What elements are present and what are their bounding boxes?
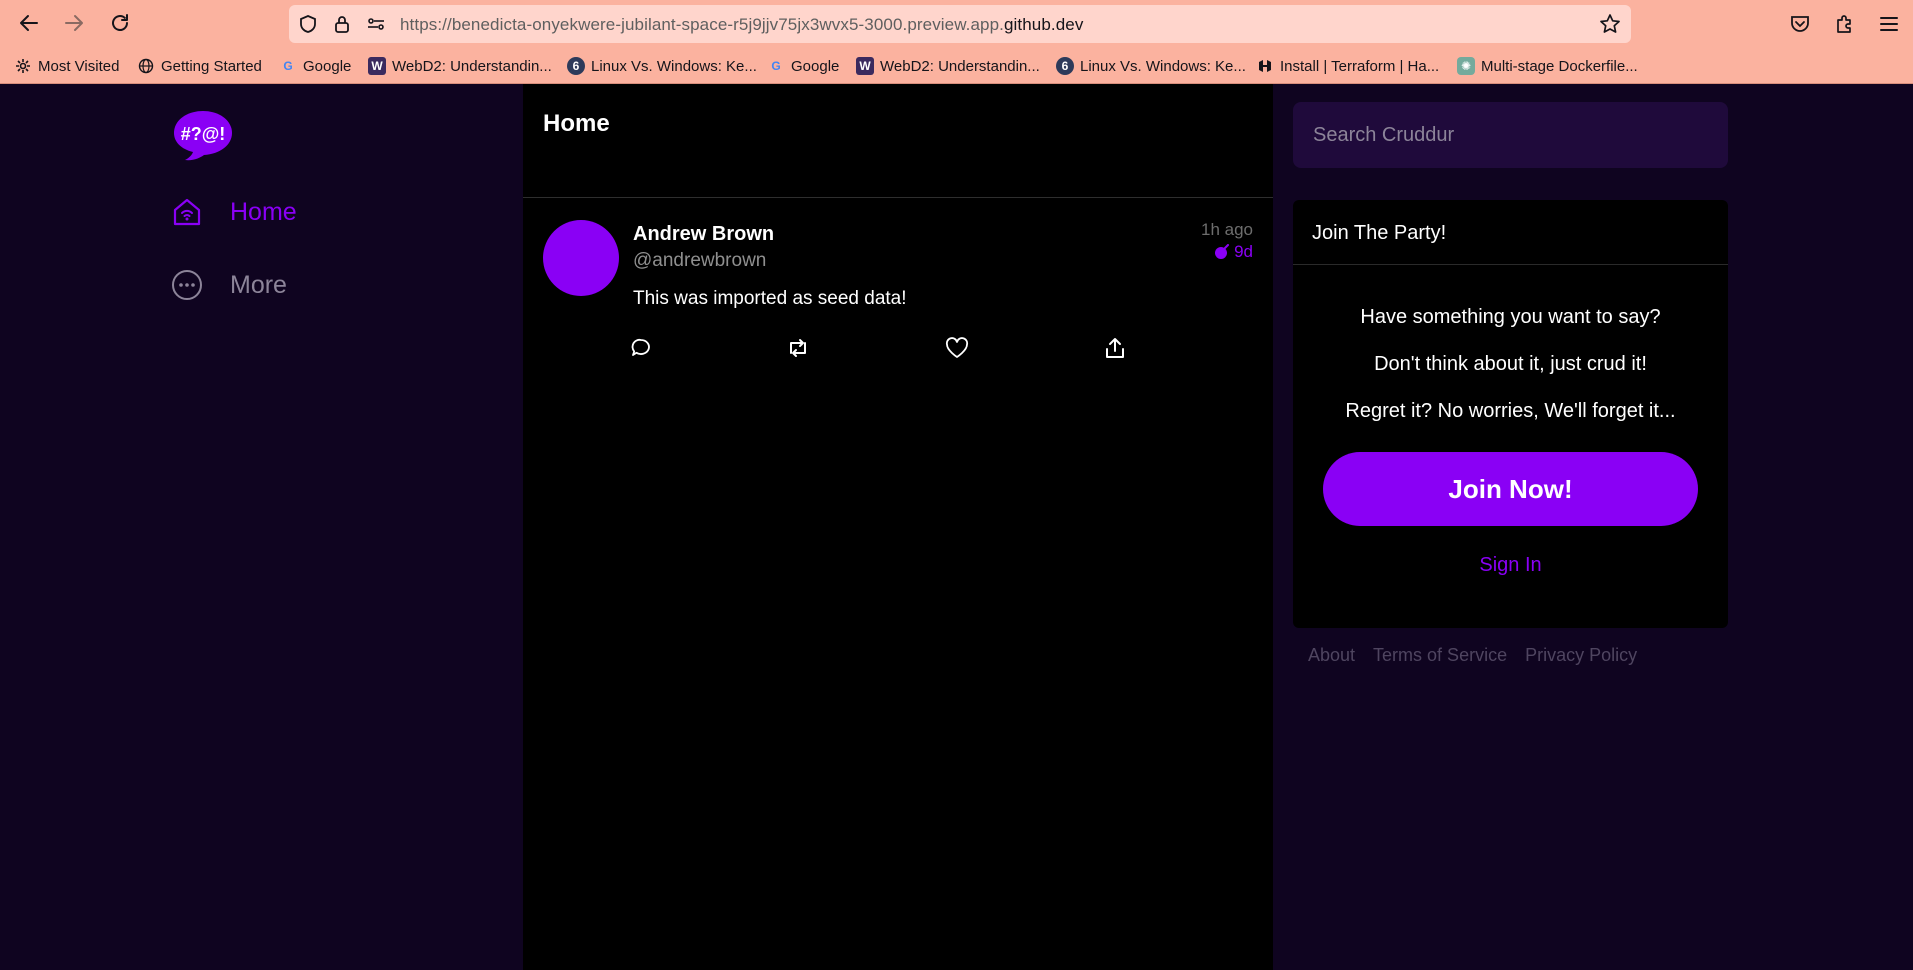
reload-button[interactable] — [102, 5, 138, 41]
bookmark-label: Install | Terraform | Ha... — [1280, 57, 1440, 75]
join-text-line: Regret it? No worries, We'll forget it..… — [1345, 400, 1676, 422]
sign-in-link[interactable]: Sign In — [1293, 554, 1728, 577]
bookmark-item[interactable]: Getting Started — [137, 55, 262, 77]
join-now-button[interactable]: Join Now! — [1323, 452, 1698, 526]
like-button[interactable] — [943, 334, 971, 362]
reload-icon — [112, 14, 128, 31]
sidebar-item-home[interactable]: Home — [170, 192, 297, 232]
pocket-button[interactable] — [1784, 8, 1816, 40]
linux-icon: 6 — [1056, 57, 1074, 75]
bookmarks-toolbar: Most Visited Getting Started G Google W … — [0, 50, 1913, 82]
address-bar[interactable]: https://benedicta-onyekwere-jubilant-spa… — [289, 5, 1631, 43]
bookmark-item[interactable]: 6 Linux Vs. Windows: Ke... — [1056, 55, 1246, 77]
bookmark-label: Google — [791, 57, 840, 75]
logo-text: #?@! — [181, 124, 226, 144]
hashicorp-icon — [1256, 57, 1274, 75]
webd2-icon: W — [368, 57, 386, 75]
home-feed: Home Andrew Brown @andrewbrown 1h ago 9d… — [523, 84, 1273, 970]
back-button[interactable] — [11, 5, 47, 41]
app-root: #?@! Home More Home Andrew Brown @andrew… — [0, 84, 1913, 970]
forward-arrow-icon — [65, 15, 83, 31]
extensions-button[interactable] — [1829, 8, 1861, 40]
browser-chrome: https://benedicta-onyekwere-jubilant-spa… — [0, 0, 1913, 84]
more-icon — [170, 268, 204, 302]
hamburger-icon — [1880, 17, 1898, 31]
bookmark-label: Multi-stage Dockerfile... — [1481, 57, 1638, 75]
permissions-icon[interactable] — [365, 13, 387, 35]
bookmark-label: Google — [303, 57, 352, 75]
reply-icon — [631, 338, 650, 356]
openai-icon: ✺ — [1457, 57, 1475, 75]
bookmark-item[interactable]: W WebD2: Understandin... — [368, 55, 552, 77]
bookmark-item[interactable]: 6 Linux Vs. Windows: Ke... — [567, 55, 757, 77]
join-text-line: Have something you want to say? — [1360, 306, 1661, 328]
bookmark-item[interactable]: G Google — [279, 55, 351, 77]
avatar[interactable] — [543, 220, 619, 296]
join-title: Join The Party! — [1293, 200, 1728, 265]
footer-link-privacy[interactable]: Privacy Policy — [1525, 645, 1637, 666]
home-icon — [170, 195, 204, 229]
lock-icon[interactable] — [331, 13, 353, 35]
sidebar-item-more[interactable]: More — [170, 265, 287, 305]
bomb-icon — [1215, 244, 1230, 259]
share-icon — [1106, 338, 1124, 358]
repost-button[interactable] — [784, 334, 812, 362]
expires-value: 9d — [1234, 242, 1253, 261]
share-button[interactable] — [1101, 334, 1129, 362]
gear-icon — [14, 57, 32, 75]
bookmark-label: Most Visited — [38, 57, 120, 75]
webd2-icon: W — [856, 57, 874, 75]
footer-link-terms[interactable]: Terms of Service — [1373, 645, 1507, 666]
globe-icon — [137, 57, 155, 75]
search-input[interactable] — [1293, 102, 1728, 168]
menu-button[interactable] — [1873, 8, 1905, 40]
bookmark-star-icon[interactable] — [1599, 13, 1621, 35]
activity-message: This was imported as seed data! — [633, 288, 907, 309]
google-icon: G — [771, 59, 781, 73]
back-arrow-icon — [20, 15, 38, 31]
linux-icon: 6 — [567, 57, 585, 75]
activity-expires-at: 9d — [1213, 242, 1253, 262]
repost-icon — [790, 339, 806, 357]
footer-link-about[interactable]: About — [1308, 645, 1355, 666]
cruddur-logo[interactable]: #?@! — [172, 109, 234, 161]
bookmark-label: WebD2: Understandin... — [392, 57, 552, 75]
footer-links: About Terms of Service Privacy Policy — [1293, 645, 1728, 666]
bookmark-label: Getting Started — [161, 57, 262, 75]
heart-icon — [945, 337, 969, 358]
url-text[interactable]: https://benedicta-onyekwere-jubilant-spa… — [400, 15, 1083, 35]
bookmark-label: WebD2: Understandin... — [880, 57, 1040, 75]
sidebar-item-label: Home — [230, 197, 297, 226]
bookmark-item[interactable]: G Google — [767, 55, 839, 77]
bookmark-label: Linux Vs. Windows: Ke... — [591, 57, 757, 75]
activity-handle[interactable]: @andrewbrown — [633, 250, 766, 272]
right-sidebar: Join The Party! Have something you want … — [1293, 102, 1728, 666]
forward-button[interactable] — [56, 5, 92, 41]
activity-created-at: 1h ago — [1201, 220, 1253, 239]
page-title: Home — [543, 110, 610, 137]
puzzle-icon — [1837, 15, 1851, 33]
tracking-protection-icon[interactable] — [297, 13, 319, 35]
sidebar-item-label: More — [230, 270, 287, 299]
google-icon: G — [283, 59, 293, 73]
join-text-line: Don't think about it, just crud it! — [1374, 353, 1647, 375]
activity-display-name[interactable]: Andrew Brown — [633, 223, 774, 246]
bookmark-item[interactable]: Most Visited — [14, 55, 119, 77]
bookmark-item[interactable]: Install | Terraform | Ha... — [1256, 55, 1439, 77]
pocket-icon — [1791, 16, 1809, 32]
reply-button[interactable] — [627, 334, 655, 362]
url-prefix: https://benedicta-onyekwere-jubilant-spa… — [400, 15, 1004, 34]
feed-header: Home — [523, 84, 1273, 198]
bookmark-item[interactable]: W WebD2: Understandin... — [856, 55, 1040, 77]
activity-item[interactable]: Andrew Brown @andrewbrown 1h ago 9d This… — [523, 198, 1273, 388]
bookmark-label: Linux Vs. Windows: Ke... — [1080, 57, 1246, 75]
bookmark-item[interactable]: ✺ Multi-stage Dockerfile... — [1457, 55, 1638, 77]
url-domain: github.dev — [1003, 15, 1084, 34]
join-panel: Join The Party! Have something you want … — [1293, 200, 1728, 628]
